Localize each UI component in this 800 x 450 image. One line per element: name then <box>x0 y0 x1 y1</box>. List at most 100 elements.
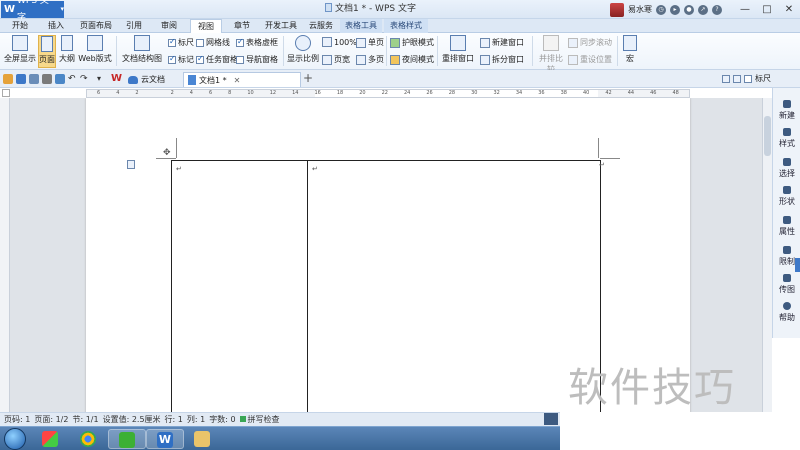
status-pages[interactable]: 页面: 1/2 <box>34 413 68 426</box>
undo-icon[interactable]: ↶ <box>68 74 78 84</box>
table-move-handle-icon[interactable]: ✥ <box>163 148 171 158</box>
play-icon[interactable]: ▸ <box>670 4 680 15</box>
tab-home[interactable]: 开始 <box>4 19 36 33</box>
tab-table-tools[interactable]: 表格工具 <box>340 19 382 33</box>
table[interactable]: ↵ ↵ ↵ <box>171 160 605 412</box>
taskbar-wechat[interactable] <box>108 429 146 449</box>
macro-button[interactable]: 宏 <box>620 35 640 68</box>
start-button[interactable] <box>4 428 26 450</box>
outline-view-button[interactable]: 大纲 <box>58 35 76 68</box>
panel-icon[interactable] <box>733 74 741 83</box>
print-preview-icon[interactable] <box>55 74 65 84</box>
ruler-toggle[interactable]: 标尺 <box>722 73 771 84</box>
markup-checkbox[interactable]: 标记 <box>168 54 194 65</box>
vertical-scrollbar[interactable] <box>762 98 772 412</box>
checkbox-checked-icon[interactable] <box>236 37 244 47</box>
side-by-side-button[interactable]: 并排比较 <box>536 35 566 74</box>
gridlines-checkbox[interactable]: 网格线 <box>196 37 230 48</box>
tab-page-layout[interactable]: 页面布局 <box>76 19 116 33</box>
status-word-count[interactable]: 字数: 0 <box>209 413 235 426</box>
checkbox-unchecked-icon[interactable] <box>236 55 244 64</box>
avatar[interactable] <box>610 2 624 17</box>
zoom-100-button[interactable]: 100% <box>322 37 357 47</box>
ruler-corner[interactable] <box>2 89 10 97</box>
multi-page-button[interactable]: 多页 <box>356 54 384 65</box>
status-setting[interactable]: 设置值: 2.5厘米 <box>103 413 161 426</box>
print-icon[interactable] <box>42 74 52 84</box>
save-as-icon[interactable] <box>29 74 39 84</box>
rearrange-window-button[interactable]: 重排窗口 <box>440 35 476 68</box>
zoom-button[interactable]: 显示比例 <box>286 35 320 68</box>
tab-references[interactable]: 引用 <box>118 19 150 33</box>
tab-table-style[interactable]: 表格样式 <box>384 19 428 33</box>
ruler-checkbox[interactable]: 标尺 <box>168 37 194 48</box>
tab-view[interactable]: 视图 <box>190 19 222 34</box>
doc-map-icon[interactable] <box>127 160 135 169</box>
help-icon[interactable]: ? <box>712 4 722 15</box>
taskbar-app-1[interactable] <box>32 429 70 449</box>
share-icon[interactable]: ↗ <box>698 4 708 15</box>
maximize-button[interactable]: □ <box>756 0 778 19</box>
comment-icon[interactable] <box>722 74 730 83</box>
new-window-button[interactable]: 新建窗口 <box>480 37 524 48</box>
night-mode-button[interactable]: 夜间模式 <box>390 54 434 65</box>
task-pane-select[interactable]: 选择 <box>773 158 800 179</box>
table-gridlines-checkbox[interactable]: 表格虚框 <box>236 37 278 48</box>
view-mode-icon[interactable] <box>544 413 558 425</box>
horizontal-ruler[interactable]: 6 4 2 2 4 6 8 10 12 14 16 18 20 22 24 26 28 30 32 34 36 38 40 4… <box>86 89 690 98</box>
eye-protect-button[interactable]: 护眼模式 <box>390 37 434 48</box>
taskbar-chrome[interactable] <box>70 429 108 449</box>
checkbox-unchecked-icon[interactable] <box>744 74 752 83</box>
web-layout-button[interactable]: Web版式 <box>78 35 112 68</box>
close-button[interactable]: ✕ <box>778 0 800 19</box>
page-view-button[interactable]: 页面 <box>38 35 56 68</box>
nav-pane-checkbox[interactable]: 导航窗格 <box>236 54 278 65</box>
task-pane-styles[interactable]: 样式 <box>773 128 800 149</box>
skin-icon[interactable]: ● <box>684 4 694 15</box>
tab-developer[interactable]: 开发工具 <box>260 19 302 33</box>
reset-position-button[interactable]: 重设位置 <box>568 54 612 65</box>
task-pane-expand-handle[interactable] <box>795 258 800 272</box>
open-icon[interactable] <box>3 74 13 84</box>
wps-app-menu-button[interactable]: W WPS 文字 ▾ <box>1 0 64 23</box>
add-tab-icon[interactable]: + <box>303 71 313 85</box>
task-pane-upload-image[interactable]: 传图 <box>773 274 800 295</box>
checkbox-checked-icon[interactable] <box>168 54 176 64</box>
single-page-button[interactable]: 单页 <box>356 37 384 48</box>
redo-icon[interactable]: ↷ <box>80 74 90 84</box>
tab-insert[interactable]: 插入 <box>38 19 74 33</box>
sync-scroll-button[interactable]: 同步滚动 <box>568 37 612 48</box>
tab-chapter[interactable]: 章节 <box>226 19 258 33</box>
spell-check-toggle[interactable]: 拼写检查 <box>239 413 280 426</box>
task-pane-shapes[interactable]: 形状 <box>773 186 800 207</box>
split-window-button[interactable]: 拆分窗口 <box>480 54 524 65</box>
tab-cloud-docs[interactable]: 云文档 <box>124 72 169 87</box>
tab-review[interactable]: 审阅 <box>152 19 186 33</box>
checkbox-unchecked-icon[interactable] <box>196 38 204 47</box>
task-pane-checkbox[interactable]: 任务窗格 <box>196 54 238 65</box>
close-tab-icon[interactable]: ✕ <box>234 73 241 88</box>
save-icon[interactable] <box>16 74 26 84</box>
table-column-divider[interactable] <box>307 161 308 412</box>
taskbar-explorer[interactable] <box>184 429 222 449</box>
user-area[interactable]: 易水寒 ◷ ▸ ● ↗ ? <box>610 2 722 17</box>
scrollbar-thumb[interactable] <box>764 116 771 156</box>
page-width-button[interactable]: 页宽 <box>322 54 350 65</box>
checkbox-checked-icon[interactable] <box>168 37 176 47</box>
customize-dropdown-icon[interactable]: ▾ <box>97 74 107 84</box>
wps-home-icon[interactable]: W <box>111 74 122 84</box>
minimize-button[interactable]: — <box>734 0 756 19</box>
checkbox-checked-icon[interactable] <box>196 54 204 64</box>
task-pane-help[interactable]: 帮助 <box>773 302 800 323</box>
user-name[interactable]: 易水寒 <box>628 4 652 15</box>
status-section[interactable]: 节: 1/1 <box>72 413 98 426</box>
clock-icon[interactable]: ◷ <box>656 4 666 15</box>
vertical-ruler[interactable] <box>0 98 10 412</box>
doc-structure-button[interactable]: 文档结构图 <box>120 35 164 68</box>
fullscreen-button[interactable]: 全屏显示 <box>4 35 36 68</box>
tab-document[interactable]: 文档1 * ✕ <box>183 72 301 87</box>
status-page-number[interactable]: 页码: 1 <box>4 413 30 426</box>
task-pane-properties[interactable]: 属性 <box>773 216 800 237</box>
task-pane-new[interactable]: 新建 <box>773 100 800 121</box>
tab-cloud-service[interactable]: 云服务 <box>304 19 338 33</box>
